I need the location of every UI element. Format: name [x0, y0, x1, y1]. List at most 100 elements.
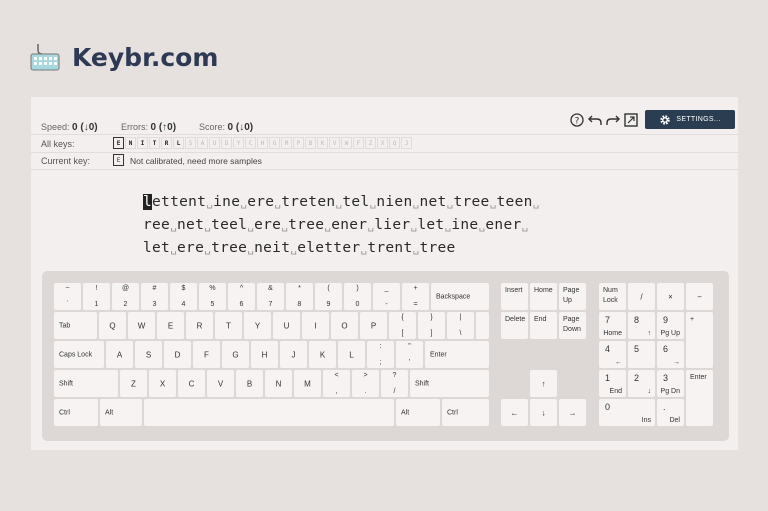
space-glyph: ␣ [290, 242, 298, 255]
key-enter[interactable]: Enter [425, 341, 489, 368]
key-arrow-up[interactable]: ↑ [530, 370, 557, 397]
lesson-line: let␣ere␣tree␣neit␣eletter␣trent␣tree [143, 240, 456, 256]
key-1[interactable]: ! 1 [83, 283, 110, 310]
key-num-5[interactable]: 5 [628, 341, 655, 368]
key-8[interactable]: * 8 [286, 283, 313, 310]
key-5[interactable]: % 5 [199, 283, 226, 310]
key--[interactable]: _ - [373, 283, 400, 310]
space-glyph: ␣ [412, 242, 420, 255]
key-m[interactable]: M [294, 370, 321, 397]
key-space[interactable] [144, 399, 394, 426]
key-f[interactable]: F [193, 341, 220, 368]
key-x[interactable]: X [149, 370, 176, 397]
key-3[interactable]: #3 [141, 283, 168, 310]
key-backslash-spacer[interactable] [476, 312, 489, 339]
key-home[interactable]: Home [530, 283, 557, 310]
key-backspace[interactable]: Backspace [431, 283, 489, 310]
fullscreen-icon[interactable] [623, 112, 639, 128]
key-num-0[interactable]: 0 Ins [599, 399, 655, 426]
settings-button[interactable]: SETTINGS... [645, 110, 735, 129]
key-a[interactable]: A [106, 341, 133, 368]
key-2[interactable]: @2 [112, 283, 139, 310]
lesson-line: ree␣net␣teel␣ere␣tree␣ener␣lier␣let␣ine␣… [143, 217, 529, 233]
help-icon[interactable]: ? [569, 112, 585, 128]
key-num-2[interactable]: 2 ↓ [628, 370, 655, 397]
key-'[interactable]: " ' [396, 341, 423, 368]
key-insert[interactable]: Insert [501, 283, 528, 310]
key-page-up[interactable]: Page Up [559, 283, 586, 310]
key-ctrl-left[interactable]: Ctrl [54, 399, 98, 426]
redo-icon[interactable] [605, 112, 621, 128]
key-o[interactable]: O [331, 312, 358, 339]
key-][interactable]: }] [418, 312, 445, 339]
key-num-8[interactable]: 8 ↑ [628, 312, 655, 339]
key-n[interactable]: N [265, 370, 292, 397]
key-num-divide[interactable]: / [628, 283, 655, 310]
key-s[interactable]: S [135, 341, 162, 368]
key-item-e: E [113, 137, 124, 149]
key-c[interactable]: C [178, 370, 205, 397]
key-\[interactable]: | \ [447, 312, 474, 339]
key-g[interactable]: G [222, 341, 249, 368]
key-.[interactable]: >. [352, 370, 379, 397]
key-page-down[interactable]: Page Down [559, 312, 586, 339]
key-9[interactable]: (9 [315, 283, 342, 310]
key-v[interactable]: V [207, 370, 234, 397]
key-alt-right[interactable]: Alt [396, 399, 440, 426]
key-shift-right[interactable]: Shift [410, 370, 489, 397]
key-ctrl-right[interactable]: Ctrl [442, 399, 489, 426]
key-l[interactable]: L [338, 341, 365, 368]
key-4[interactable]: $4 [170, 283, 197, 310]
key-=[interactable]: + = [402, 283, 429, 310]
key-r[interactable]: R [186, 312, 213, 339]
key-b[interactable]: B [236, 370, 263, 397]
key-num-enter[interactable]: Enter [686, 370, 713, 426]
key-num-4[interactable]: 4 ← [599, 341, 626, 368]
key-num-lock[interactable]: Num Lock [599, 283, 626, 310]
key-h[interactable]: H [251, 341, 278, 368]
key-num-dot[interactable]: . Del [657, 399, 684, 426]
key-`[interactable]: ~ ` [54, 283, 81, 310]
key-num-multiply[interactable]: × [657, 283, 684, 310]
key-tab[interactable]: Tab [54, 312, 97, 339]
key-num-minus[interactable]: − [686, 283, 713, 310]
key-z[interactable]: Z [120, 370, 147, 397]
key-y[interactable]: Y [244, 312, 271, 339]
key-num-7[interactable]: 7 Home [599, 312, 626, 339]
key-arrow-down[interactable]: ↓ [530, 399, 557, 426]
key-alt-left[interactable]: Alt [100, 399, 142, 426]
key-arrow-left[interactable]: ← [501, 399, 528, 426]
key-num-plus[interactable]: + [686, 312, 713, 368]
key-0[interactable]: ) 0 [344, 283, 371, 310]
key-j[interactable]: J [280, 341, 307, 368]
key-arrow-right[interactable]: → [559, 399, 586, 426]
key-t[interactable]: T [215, 312, 242, 339]
key-k[interactable]: K [309, 341, 336, 368]
undo-icon[interactable] [587, 112, 603, 128]
key-num-6[interactable]: 6 → [657, 341, 684, 368]
key-i[interactable]: I [302, 312, 329, 339]
brand-title[interactable]: Keybr.com [72, 43, 218, 72]
key-d[interactable]: D [164, 341, 191, 368]
key-u[interactable]: U [273, 312, 300, 339]
key-num-9[interactable]: 9 Pg Up [657, 312, 684, 339]
key-num-3[interactable]: 3 Pg Dn [657, 370, 684, 397]
key-delete[interactable]: Delete [501, 312, 528, 339]
key-[[interactable]: {[ [389, 312, 416, 339]
key-caps-lock[interactable]: Caps Lock [54, 341, 104, 368]
key-q[interactable]: Q [99, 312, 126, 339]
key-,[interactable]: <, [323, 370, 350, 397]
key-;[interactable]: :; [367, 341, 394, 368]
key-num-1[interactable]: 1 End [599, 370, 626, 397]
key-6[interactable]: ^ 6 [228, 283, 255, 310]
key-/[interactable]: ? / [381, 370, 408, 397]
lesson-text[interactable]: lettent␣ine␣ere␣treten␣tel␣nien␣net␣tree… [143, 191, 540, 260]
key-e[interactable]: E [157, 312, 184, 339]
key-7[interactable]: & 7 [257, 283, 284, 310]
key-item-d: D [221, 137, 232, 149]
key-end[interactable]: End [530, 312, 557, 339]
space-glyph: ␣ [204, 242, 212, 255]
key-w[interactable]: W [128, 312, 155, 339]
key-shift-left[interactable]: Shift [54, 370, 118, 397]
key-p[interactable]: P [360, 312, 387, 339]
